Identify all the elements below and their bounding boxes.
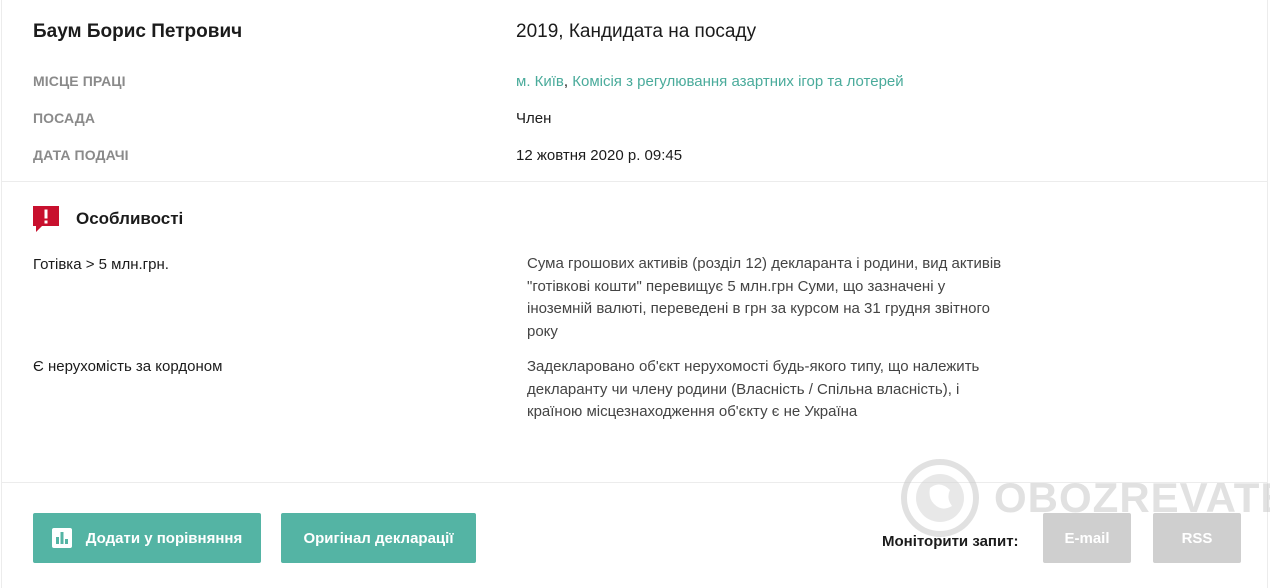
exclamation-flag-icon	[33, 206, 59, 232]
rss-label: RSS	[1181, 529, 1213, 547]
email-label: E-mail	[1064, 529, 1110, 547]
declaration-type: 2019, Кандидата на посаду	[516, 21, 757, 42]
position-value: Член	[516, 110, 552, 127]
position-label: ПОСАДА	[33, 110, 96, 126]
submission-date-label: ДАТА ПОДАЧІ	[33, 147, 129, 163]
rss-subscribe-button[interactable]: RSS	[1153, 513, 1241, 563]
workplace-label: МІСЦЕ ПРАЦІ	[33, 73, 126, 89]
email-subscribe-button[interactable]: E-mail	[1043, 513, 1131, 563]
workplace-separator: ,	[563, 73, 569, 90]
original-declaration-label: Оригінал декларації	[303, 529, 454, 547]
divider	[2, 181, 1267, 182]
add-to-compare-label: Додати у порівняння	[85, 529, 243, 547]
submission-date-value: 12 жовтня 2020 р. 09:45	[516, 147, 683, 164]
workplace-value: м. Київ, Комісія з регулювання азартних …	[516, 73, 904, 90]
bar-chart-icon	[51, 528, 72, 548]
person-name: Баум Борис Петрович	[33, 21, 243, 42]
feature-name: Готівка > 5 млн.грн.	[33, 256, 169, 273]
add-to-compare-button[interactable]: Додати у порівняння	[33, 513, 261, 563]
globe-logo-icon	[901, 459, 979, 537]
feature-description: Задекларовано об'єкт нерухомості будь-як…	[527, 358, 980, 420]
organization-link[interactable]: Комісія з регулювання азартних ігор та л…	[572, 73, 903, 90]
feature-description: Сума грошових активів (розділ 12) деклар…	[527, 255, 1002, 340]
original-declaration-button[interactable]: Оригінал декларації	[281, 513, 476, 563]
declaration-card: Баум Борис Петрович 2019, Кандидата на п…	[1, 0, 1270, 588]
monitor-query-label: Моніторити запит:	[882, 533, 1019, 550]
city-link[interactable]: м. Київ	[516, 73, 564, 90]
feature-name: Є нерухомість за кордоном	[33, 358, 223, 375]
features-title: Особливості	[76, 209, 184, 228]
divider	[2, 482, 1267, 483]
